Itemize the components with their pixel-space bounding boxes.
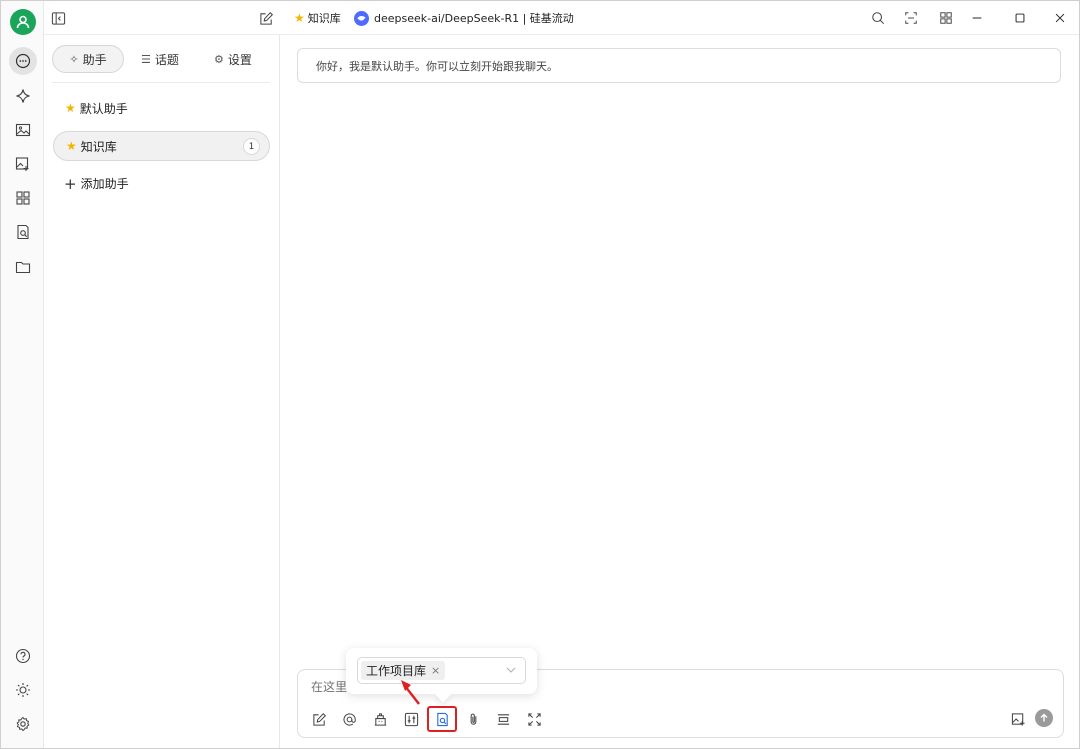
model-selector[interactable]: deepseek-ai/DeepSeek-R1 | 硅基流动: [354, 10, 574, 26]
tab-settings-label: 设置: [227, 52, 252, 67]
paperclip-icon: [470, 713, 476, 725]
gear-icon: [16, 716, 30, 732]
sidebar-tabs: ✧ 助手 ☰ 话题 ⚙ 设置: [52, 44, 270, 74]
close-button[interactable]: [1047, 7, 1073, 29]
sparkle-icon: [16, 89, 30, 103]
sidebar-toggle-icon: [51, 11, 65, 25]
add-assistant-button[interactable]: + 添加助手: [64, 175, 129, 192]
grid-icon: [16, 191, 30, 205]
current-assistant-name: 知识库: [307, 12, 341, 25]
maximize-button[interactable]: [1007, 7, 1033, 29]
topic-count-badge: 1: [243, 138, 260, 155]
attach-file-tool[interactable]: [462, 708, 484, 730]
sliders-icon: [404, 712, 418, 726]
folder-icon: [15, 261, 31, 274]
agents-nav-button[interactable]: [9, 82, 37, 110]
knowledge-base-popover: 工作项目库 ×: [346, 648, 537, 694]
knowledge-base-select[interactable]: 工作项目库 ×: [357, 657, 526, 684]
knowledge-base-tool[interactable]: [427, 706, 457, 732]
upload-image-tool[interactable]: [1007, 708, 1029, 730]
chat-nav-button[interactable]: [9, 47, 37, 75]
at-icon: [343, 712, 356, 726]
settings-button[interactable]: [9, 710, 37, 738]
help-button[interactable]: [9, 642, 37, 670]
tab-topics-label: 话题: [154, 52, 179, 67]
icon-rail: [1, 1, 44, 748]
assistant-sidebar: ✧ 助手 ☰ 话题 ⚙ 设置 ★ 默认助手 ★ 知识库 1 + 添加助手: [44, 35, 280, 748]
document-search-icon: [17, 224, 29, 240]
knowledge-nav-button[interactable]: [9, 218, 37, 246]
send-button[interactable]: [1035, 709, 1053, 727]
assistant-item-default[interactable]: ★ 默认助手: [53, 93, 270, 123]
tabs-divider: [52, 82, 270, 83]
assistant-label: 知识库: [80, 139, 117, 154]
mini-window-button[interactable]: [898, 7, 924, 29]
expand-input-tool[interactable]: [523, 708, 545, 730]
toggle-sidebar-button[interactable]: [50, 10, 66, 26]
model-name: deepseek-ai/DeepSeek-R1 | 硅基流动: [374, 12, 574, 25]
chevron-down-icon: [506, 667, 516, 673]
assistant-label: 默认助手: [79, 101, 128, 116]
web-search-tool[interactable]: [369, 708, 391, 730]
chat-bubble-icon: [15, 53, 31, 69]
search-button[interactable]: [865, 7, 891, 29]
minimize-icon: [972, 17, 982, 19]
search-icon: [872, 12, 885, 25]
user-icon: [16, 15, 30, 29]
gear-icon: ⚙: [214, 52, 224, 66]
image-tool-nav-button[interactable]: [9, 150, 37, 178]
tab-assistants-label: 助手: [82, 52, 107, 67]
sparkle-icon: ✧: [69, 52, 79, 66]
theme-toggle-button[interactable]: [9, 676, 37, 704]
layout-button[interactable]: [933, 7, 959, 29]
new-topic-button[interactable]: [258, 10, 274, 26]
image-add-icon: [1011, 712, 1025, 726]
image-icon: [15, 123, 31, 137]
settings-tool[interactable]: [400, 708, 422, 730]
assistant-greeting: 你好，我是默认助手。你可以立刻开始跟我聊天。: [297, 48, 1061, 83]
user-avatar[interactable]: [10, 9, 36, 35]
star-icon: ★: [66, 139, 77, 153]
expand-icon: [527, 712, 541, 726]
document-search-icon: [436, 712, 448, 726]
tab-topics[interactable]: ☰ 话题: [124, 45, 196, 73]
deepseek-logo-icon: [354, 10, 369, 26]
title-bar: ★ 知识库 deepseek-ai/DeepSeek-R1 | 硅基流动: [44, 1, 1079, 35]
maximize-icon: [1015, 13, 1025, 23]
assistant-item-knowledge[interactable]: ★ 知识库 1: [53, 131, 270, 161]
star-icon: ★: [65, 101, 76, 115]
building-icon: [374, 712, 386, 726]
context-clear-tool[interactable]: [492, 708, 514, 730]
minimize-button[interactable]: [964, 7, 990, 29]
paintings-nav-button[interactable]: [9, 116, 37, 144]
star-icon: ★: [294, 11, 305, 25]
apps-nav-button[interactable]: [9, 184, 37, 212]
app-window: ★ 知识库 deepseek-ai/DeepSeek-R1 | 硅基流动 ✧ 助…: [0, 0, 1080, 749]
tab-assistants[interactable]: ✧ 助手: [52, 45, 124, 73]
mention-model-tool[interactable]: [338, 708, 360, 730]
arrow-up-icon: [1040, 713, 1048, 722]
list-icon: ☰: [141, 52, 151, 66]
chat-area: 你好，我是默认助手。你可以立刻开始跟我聊天。: [281, 35, 1079, 748]
tab-settings[interactable]: ⚙ 设置: [196, 45, 270, 73]
expand-frame-icon: [905, 12, 917, 24]
plus-icon: +: [64, 174, 77, 193]
add-assistant-label: 添加助手: [80, 177, 129, 191]
files-nav-button[interactable]: [9, 253, 37, 281]
new-topic-tool[interactable]: [308, 708, 330, 730]
grid-icon: [940, 12, 952, 24]
remove-tag-icon[interactable]: ×: [431, 664, 440, 677]
edit-icon: [312, 712, 326, 726]
image-edit-icon: [15, 157, 29, 171]
sun-icon: [16, 683, 30, 697]
split-lines-icon: [497, 713, 509, 725]
close-icon: [1055, 13, 1065, 23]
help-icon: [15, 648, 31, 664]
annotation-arrow-icon: [401, 680, 420, 705]
current-assistant-label: ★ 知识库: [294, 10, 341, 26]
edit-icon: [259, 11, 273, 25]
